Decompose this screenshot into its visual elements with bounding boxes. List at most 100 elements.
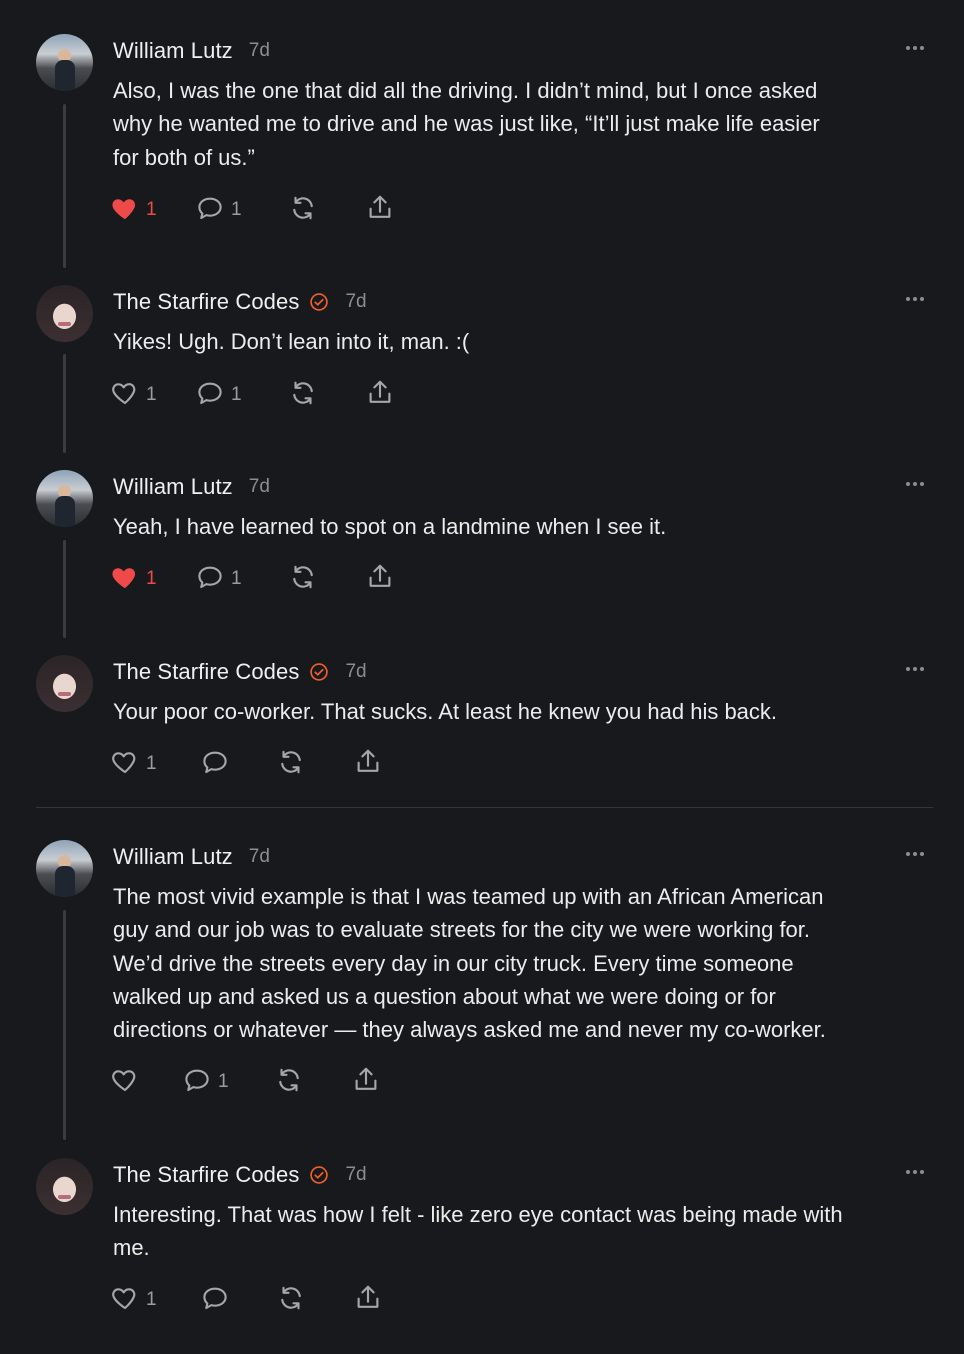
comment-text-line: Yeah, I have learned to spot on a landmi…: [113, 514, 667, 539]
share-button[interactable]: [365, 562, 395, 596]
thread-connector-line: [63, 354, 66, 453]
heart-filled-icon: [110, 562, 140, 597]
restack-button[interactable]: [274, 1065, 304, 1099]
heart-icon: [110, 747, 140, 782]
william-lutz-avatar[interactable]: [36, 840, 93, 897]
share-icon: [365, 378, 395, 413]
like-count: 1: [146, 1289, 157, 1310]
comment-header: William Lutz 7d: [113, 36, 270, 66]
comment-header: William Lutz 7d: [113, 472, 270, 502]
restack-icon: [274, 1065, 304, 1100]
william-lutz-avatar[interactable]: [36, 34, 93, 91]
restack-button[interactable]: [276, 747, 306, 781]
reply-count: 1: [231, 568, 242, 589]
share-button[interactable]: [365, 378, 395, 412]
share-button[interactable]: [353, 747, 383, 781]
comment-text-line: Your poor co-worker. That sucks. At leas…: [113, 699, 778, 724]
reply-icon: [200, 1283, 230, 1318]
like-count: 1: [146, 384, 157, 405]
comment-body: Also, I was the one that did all the dri…: [113, 74, 933, 174]
timestamp[interactable]: 7d: [345, 661, 366, 683]
reply-icon: [195, 193, 225, 228]
reply-button[interactable]: 1: [195, 562, 242, 596]
comment-body: The most vivid example is that I was tea…: [113, 880, 933, 1046]
like-button[interactable]: 1: [110, 378, 157, 412]
like-button[interactable]: 1: [110, 1283, 157, 1317]
author-name[interactable]: William Lutz: [113, 38, 233, 64]
reply-button[interactable]: 1: [182, 1065, 229, 1099]
comment-text-line: The most vivid example is that I was tea…: [113, 884, 824, 909]
verified-badge-icon: [309, 1165, 329, 1185]
restack-button[interactable]: [288, 193, 318, 227]
restack-button[interactable]: [288, 562, 318, 596]
comment-text-line: Also, I was the one that did all the dri…: [113, 78, 818, 103]
timestamp[interactable]: 7d: [249, 476, 270, 498]
restack-icon: [288, 193, 318, 228]
timestamp[interactable]: 7d: [249, 846, 270, 868]
more-options-icon[interactable]: [906, 46, 924, 50]
author-name[interactable]: The Starfire Codes: [113, 1162, 299, 1188]
comment-header: William Lutz 7d: [113, 842, 270, 872]
william-lutz-avatar[interactable]: [36, 470, 93, 527]
reply-button[interactable]: 1: [195, 378, 242, 412]
reply-icon: [195, 378, 225, 413]
thread-connector-line: [63, 910, 66, 1140]
comment-text-line: walked up and asked us a question about …: [113, 983, 776, 1009]
more-options-icon[interactable]: [906, 482, 924, 486]
starfire-codes-avatar[interactable]: [36, 1158, 93, 1215]
comment-text-line: why he wanted me to drive and he was jus…: [113, 111, 820, 137]
reply-button[interactable]: 1: [195, 193, 242, 227]
share-button[interactable]: [365, 193, 395, 227]
like-count: 1: [146, 753, 157, 774]
comment-header: The Starfire Codes 7d: [113, 287, 367, 317]
comment-body: Interesting. That was how I felt - like …: [113, 1198, 933, 1265]
restack-icon: [288, 378, 318, 413]
author-name[interactable]: William Lutz: [113, 844, 233, 870]
thread-connector-line: [63, 540, 66, 638]
comment-body: Yeah, I have learned to spot on a landmi…: [113, 510, 933, 543]
more-options-icon[interactable]: [906, 297, 924, 301]
more-options-icon[interactable]: [906, 852, 924, 856]
comment-header: The Starfire Codes 7d: [113, 1160, 367, 1190]
comment-body: Yikes! Ugh. Don’t lean into it, man. :(: [113, 325, 933, 358]
reply-button[interactable]: [200, 747, 230, 781]
like-button[interactable]: 1: [110, 193, 157, 227]
starfire-codes-avatar[interactable]: [36, 285, 93, 342]
verified-badge-icon: [309, 662, 329, 682]
thread-connector-line: [63, 104, 66, 268]
reply-icon: [200, 747, 230, 782]
share-button[interactable]: [353, 1283, 383, 1317]
like-button[interactable]: [110, 1065, 140, 1099]
share-icon: [365, 562, 395, 597]
comment-header: The Starfire Codes 7d: [113, 657, 367, 687]
reply-count: 1: [231, 384, 242, 405]
comment-text-line: me.: [113, 1235, 150, 1261]
author-name[interactable]: The Starfire Codes: [113, 659, 299, 685]
reply-button[interactable]: [200, 1283, 230, 1317]
heart-icon: [110, 1065, 140, 1100]
comment-text-line: We’d drive the streets every day in our …: [113, 950, 794, 976]
thread-divider: [36, 807, 933, 808]
comment-text-line: directions or whatever — they always ask…: [113, 1017, 826, 1043]
like-button[interactable]: 1: [110, 747, 157, 781]
heart-icon: [110, 378, 140, 413]
reply-count: 1: [218, 1071, 229, 1092]
share-button[interactable]: [351, 1065, 381, 1099]
timestamp[interactable]: 7d: [345, 291, 366, 313]
more-options-icon[interactable]: [906, 667, 924, 671]
restack-button[interactable]: [288, 378, 318, 412]
timestamp[interactable]: 7d: [249, 40, 270, 62]
like-button[interactable]: 1: [110, 562, 157, 596]
share-icon: [353, 1283, 383, 1318]
verified-badge-icon: [309, 292, 329, 312]
restack-icon: [276, 747, 306, 782]
restack-icon: [288, 562, 318, 597]
share-icon: [351, 1065, 381, 1100]
starfire-codes-avatar[interactable]: [36, 655, 93, 712]
timestamp[interactable]: 7d: [345, 1164, 366, 1186]
more-options-icon[interactable]: [906, 1170, 924, 1174]
author-name[interactable]: William Lutz: [113, 474, 233, 500]
author-name[interactable]: The Starfire Codes: [113, 289, 299, 315]
restack-button[interactable]: [276, 1283, 306, 1317]
heart-icon: [110, 1283, 140, 1318]
